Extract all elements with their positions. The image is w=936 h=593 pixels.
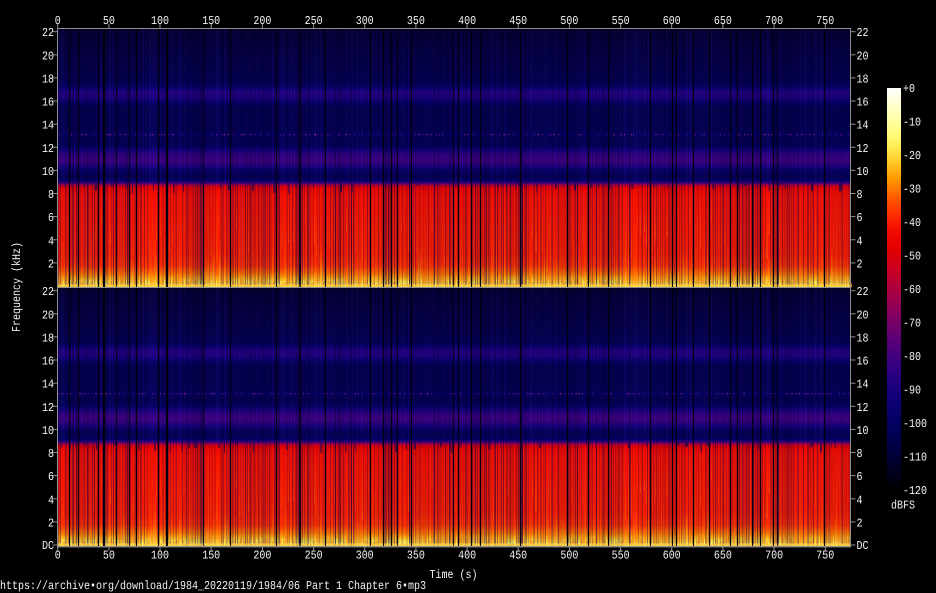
svg-text:18: 18: [42, 331, 54, 345]
svg-text:20: 20: [42, 49, 54, 63]
svg-text:0: 0: [55, 549, 61, 563]
svg-text:250: 250: [305, 14, 323, 28]
svg-text:100: 100: [151, 14, 169, 28]
svg-text:4: 4: [857, 493, 863, 507]
svg-text:https://archive•org/download/1: https://archive•org/download/1984_202201…: [0, 579, 426, 593]
svg-text:22: 22: [42, 285, 54, 299]
svg-text:12: 12: [857, 401, 869, 415]
svg-text:4: 4: [857, 234, 863, 248]
svg-text:+0: +0: [903, 82, 915, 96]
svg-text:700: 700: [765, 549, 783, 563]
svg-text:-120: -120: [903, 484, 927, 498]
svg-text:Time (s): Time (s): [430, 568, 478, 582]
svg-text:16: 16: [857, 355, 869, 369]
svg-text:150: 150: [202, 14, 220, 28]
svg-text:0: 0: [55, 14, 61, 28]
svg-text:6: 6: [48, 211, 54, 225]
svg-text:16: 16: [42, 355, 54, 369]
svg-text:2: 2: [857, 516, 863, 530]
svg-text:14: 14: [42, 378, 54, 392]
svg-text:16: 16: [857, 96, 869, 110]
svg-text:-20: -20: [903, 149, 921, 163]
svg-text:50: 50: [103, 549, 115, 563]
svg-text:650: 650: [714, 549, 732, 563]
svg-text:700: 700: [765, 14, 783, 28]
svg-text:6: 6: [857, 211, 863, 225]
svg-text:100: 100: [151, 549, 169, 563]
svg-text:350: 350: [407, 549, 425, 563]
svg-text:20: 20: [42, 308, 54, 322]
svg-text:6: 6: [48, 470, 54, 484]
svg-text:20: 20: [857, 308, 869, 322]
svg-text:500: 500: [560, 549, 578, 563]
svg-text:600: 600: [663, 14, 681, 28]
svg-text:4: 4: [48, 493, 54, 507]
svg-text:22: 22: [42, 26, 54, 40]
svg-text:550: 550: [612, 14, 630, 28]
svg-text:dBFS: dBFS: [891, 499, 915, 513]
svg-text:DC: DC: [857, 539, 869, 553]
svg-text:750: 750: [816, 14, 834, 28]
svg-text:22: 22: [857, 285, 869, 299]
svg-text:300: 300: [356, 14, 374, 28]
svg-text:500: 500: [560, 14, 578, 28]
svg-text:550: 550: [612, 549, 630, 563]
svg-text:10: 10: [42, 424, 54, 438]
svg-text:10: 10: [857, 424, 869, 438]
svg-text:-100: -100: [903, 417, 927, 431]
svg-text:2: 2: [48, 516, 54, 530]
svg-text:150: 150: [202, 549, 220, 563]
svg-text:2: 2: [48, 257, 54, 271]
svg-text:750: 750: [816, 549, 834, 563]
svg-text:16: 16: [42, 96, 54, 110]
svg-text:-110: -110: [903, 451, 927, 465]
svg-text:14: 14: [42, 119, 54, 133]
svg-text:350: 350: [407, 14, 425, 28]
svg-text:6: 6: [857, 470, 863, 484]
svg-text:450: 450: [509, 14, 527, 28]
svg-text:8: 8: [48, 188, 54, 202]
svg-text:12: 12: [42, 142, 54, 156]
svg-text:200: 200: [253, 549, 271, 563]
svg-text:8: 8: [48, 447, 54, 461]
svg-text:600: 600: [663, 549, 681, 563]
svg-text:18: 18: [857, 72, 869, 86]
svg-text:22: 22: [857, 26, 869, 40]
svg-text:-80: -80: [903, 350, 921, 364]
svg-text:Frequency (kHz): Frequency (kHz): [10, 242, 24, 332]
svg-text:400: 400: [458, 549, 476, 563]
svg-text:450: 450: [509, 549, 527, 563]
svg-text:12: 12: [857, 142, 869, 156]
svg-text:18: 18: [857, 331, 869, 345]
svg-text:8: 8: [857, 188, 863, 202]
svg-text:10: 10: [857, 165, 869, 179]
svg-text:250: 250: [305, 549, 323, 563]
svg-text:14: 14: [857, 119, 869, 133]
svg-text:-60: -60: [903, 283, 921, 297]
svg-text:-30: -30: [903, 183, 921, 197]
svg-text:10: 10: [42, 165, 54, 179]
svg-text:300: 300: [356, 549, 374, 563]
svg-text:DC: DC: [42, 539, 54, 553]
svg-text:-10: -10: [903, 116, 921, 130]
svg-text:50: 50: [103, 14, 115, 28]
svg-text:650: 650: [714, 14, 732, 28]
svg-text:8: 8: [857, 447, 863, 461]
svg-text:-90: -90: [903, 384, 921, 398]
svg-text:20: 20: [857, 49, 869, 63]
svg-text:18: 18: [42, 72, 54, 86]
svg-text:2: 2: [857, 257, 863, 271]
svg-text:4: 4: [48, 234, 54, 248]
svg-text:400: 400: [458, 14, 476, 28]
svg-text:-50: -50: [903, 250, 921, 264]
svg-text:12: 12: [42, 401, 54, 415]
svg-text:-70: -70: [903, 317, 921, 331]
svg-text:-40: -40: [903, 216, 921, 230]
svg-text:200: 200: [253, 14, 271, 28]
svg-text:14: 14: [857, 378, 869, 392]
